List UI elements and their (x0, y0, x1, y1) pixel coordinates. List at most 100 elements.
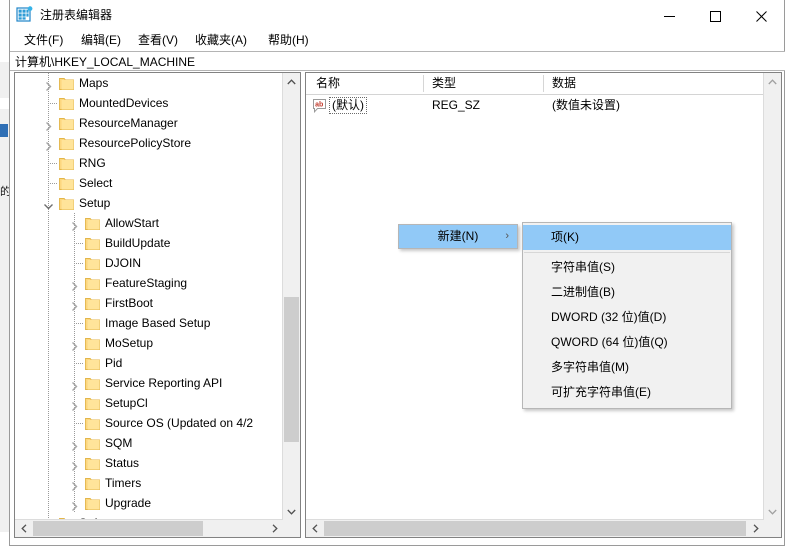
context-menu-item[interactable]: 二进制值(B) (523, 280, 731, 305)
folder-icon (85, 396, 100, 410)
tree-item[interactable]: AllowStart (15, 213, 283, 233)
chevron-right-icon[interactable] (43, 118, 54, 131)
table-row[interactable]: ab (默认) REG_SZ (数值未设置) (306, 94, 764, 116)
context-menu-item[interactable]: 项(K) (523, 225, 731, 250)
chevron-right-icon[interactable] (69, 478, 80, 491)
tree-guide-line (48, 453, 49, 473)
folder-icon (59, 96, 74, 110)
tree-item-label: FirstBoot (105, 296, 154, 310)
tree-scroll-right-button[interactable] (266, 520, 283, 537)
tree-scroll-down-button[interactable] (283, 503, 300, 520)
values-horizontal-scrollbar[interactable] (306, 519, 764, 537)
tree-item-label: DJOIN (105, 256, 141, 270)
tree-scroll-left-button[interactable] (15, 520, 32, 537)
menu-bar: 文件(F) 编辑(E) 查看(V) 收藏夹(A) 帮助(H) (10, 30, 784, 51)
values-scroll-down-button[interactable] (764, 503, 781, 520)
context-menu-item[interactable]: 字符串值(S) (523, 255, 731, 280)
tree-item[interactable]: DJOIN (15, 253, 283, 273)
tree-item[interactable]: FirstBoot (15, 293, 283, 313)
tree-item[interactable]: SQM (15, 433, 283, 453)
maximize-button[interactable] (692, 0, 738, 29)
tree-item[interactable]: MountedDevices (15, 93, 283, 113)
context-menu-item[interactable]: DWORD (32 位)值(D) (523, 305, 731, 330)
chevron-right-icon[interactable] (43, 78, 54, 91)
tree-item[interactable]: ResourcePolicyStore (15, 133, 283, 153)
background-fragment-toolbar (0, 98, 9, 109)
registry-tree[interactable]: Maps MountedDevices ResourceManager Resourc… (15, 73, 283, 520)
tree-item[interactable]: SetupCl (15, 393, 283, 413)
tree-guide-line (48, 313, 49, 333)
address-bar[interactable]: 计算机\HKEY_LOCAL_MACHINE (10, 51, 785, 71)
chevron-right-icon[interactable] (69, 338, 80, 351)
folder-icon (59, 76, 74, 90)
tree-item-label: ResourceManager (79, 116, 178, 130)
context-menu-item[interactable]: 可扩充字符串值(E) (523, 380, 731, 405)
tree-item[interactable]: Pid (15, 353, 283, 373)
tree-item-label: Status (105, 456, 140, 470)
menu-view[interactable]: 查看(V) (132, 32, 184, 49)
chevron-right-icon[interactable] (69, 278, 80, 291)
menu-edit[interactable]: 编辑(E) (75, 32, 127, 49)
tree-item[interactable]: Upgrade (15, 493, 283, 513)
value-type-cell: REG_SZ (432, 98, 481, 112)
values-vertical-scrollbar[interactable] (763, 73, 781, 520)
chevron-right-icon[interactable] (69, 458, 80, 471)
chevron-right-icon[interactable] (43, 138, 54, 151)
menu-favorites[interactable]: 收藏夹(A) (189, 32, 253, 49)
tree-item[interactable]: Timers (15, 473, 283, 493)
values-hscroll-thumb[interactable] (324, 521, 746, 536)
tree-item[interactable]: FeatureStaging (15, 273, 283, 293)
context-menu-item-new[interactable]: 新建(N) › (399, 225, 517, 248)
tree-item[interactable]: Select (15, 173, 283, 193)
folder-icon (59, 116, 74, 130)
tree-item[interactable]: Service Reporting API (15, 373, 283, 393)
tree-item[interactable]: Image Based Setup (15, 313, 283, 333)
tree-item[interactable]: Setup (15, 193, 283, 213)
context-submenu-new-types: 项(K) 字符串值(S) 二进制值(B) DWORD (32 位)值(D) QWORD … (522, 222, 732, 409)
tree-scroll-up-button[interactable] (283, 73, 300, 90)
chevron-down-icon[interactable] (43, 198, 54, 210)
column-header-name[interactable]: 名称 (310, 73, 422, 94)
values-scrollbar-corner (764, 520, 781, 537)
context-menu-item[interactable]: 多字符串值(M) (523, 355, 731, 380)
values-scroll-left-button[interactable] (306, 520, 323, 537)
folder-icon (85, 336, 100, 350)
values-scroll-right-button[interactable] (747, 520, 764, 537)
chevron-right-icon[interactable] (69, 378, 80, 391)
tree-item[interactable]: Maps (15, 73, 283, 93)
tree-vertical-scrollbar[interactable] (282, 73, 300, 520)
tree-item[interactable]: BuildUpdate (15, 233, 283, 253)
value-name-label: (默认) (329, 96, 367, 114)
chevron-right-icon[interactable] (69, 298, 80, 311)
folder-icon (85, 416, 100, 430)
close-button[interactable] (738, 0, 784, 29)
tree-item[interactable]: RNG (15, 153, 283, 173)
column-divider-2[interactable] (543, 75, 544, 92)
minimize-button[interactable] (646, 0, 692, 29)
values-scroll-up-button[interactable] (764, 73, 781, 90)
tree-scroll-thumb[interactable] (284, 297, 299, 442)
tree-item[interactable]: Source OS (Updated on 4/2 (15, 413, 283, 433)
folder-icon (85, 496, 100, 510)
tree-item[interactable]: Status (15, 453, 283, 473)
column-header-data[interactable]: 数据 (546, 73, 746, 94)
context-menu-item[interactable]: QWORD (64 位)值(Q) (523, 330, 731, 355)
menu-help[interactable]: 帮助(H) (262, 32, 315, 49)
column-divider-1[interactable] (423, 75, 424, 92)
folder-icon (85, 296, 100, 310)
column-header-type[interactable]: 类型 (426, 73, 544, 94)
menu-file[interactable]: 文件(F) (18, 32, 69, 49)
value-name-cell[interactable]: ab (默认) (312, 94, 367, 116)
chevron-right-icon[interactable] (69, 498, 80, 511)
tree-guide-line (48, 353, 49, 373)
tree-item[interactable]: MoSetup (15, 333, 283, 353)
chevron-right-icon[interactable] (69, 218, 80, 231)
tree-guide-stub (48, 183, 58, 184)
tree-guide-line (48, 493, 49, 513)
tree-horizontal-scrollbar[interactable] (15, 519, 283, 537)
chevron-right-icon[interactable] (69, 398, 80, 411)
tree-item[interactable]: ResourceManager (15, 113, 283, 133)
tree-hscroll-thumb[interactable] (33, 521, 203, 536)
chevron-right-icon[interactable] (69, 438, 80, 451)
folder-icon (85, 456, 100, 470)
